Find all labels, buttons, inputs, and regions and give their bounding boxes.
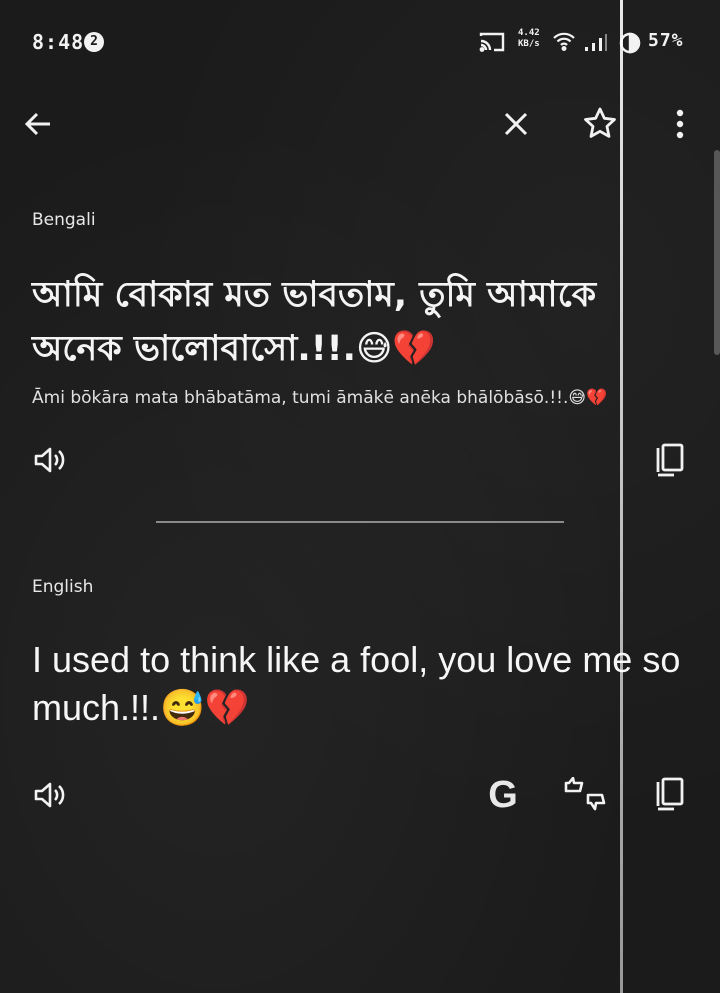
source-text: আমি বোকার মত ভাবতাম, তুমি আমাকে অনেক ভাল… <box>32 275 597 369</box>
speaker-icon <box>34 782 65 808</box>
source-language-label: Bengali <box>32 210 96 230</box>
notification-badge: 2 <box>84 32 104 52</box>
network-speed-unit: KB/s <box>518 39 540 49</box>
section-divider <box>156 521 564 523</box>
source-transliteration: Āmi bōkāra mata bhābatāma, tumi āmākē an… <box>32 388 608 408</box>
copy-icon <box>656 443 684 477</box>
back-button[interactable] <box>18 104 58 144</box>
battery-percent: 57% <box>648 30 684 51</box>
copy-source-button[interactable] <box>648 438 692 482</box>
close-icon <box>504 112 528 136</box>
arrow-back-icon <box>24 112 50 136</box>
wifi-icon <box>552 30 576 56</box>
copy-icon <box>656 777 684 811</box>
google-search-button[interactable]: G <box>480 772 526 818</box>
thumbs-up-down-icon <box>564 777 606 811</box>
copy-translation-button[interactable] <box>648 772 692 816</box>
status-time: 8:48 <box>32 30 85 54</box>
app-bar <box>0 90 720 154</box>
scrollbar[interactable] <box>714 150 720 355</box>
listen-translation-button[interactable] <box>28 775 72 815</box>
status-bar: 8:48 2 4.42 KB/s 57% <box>0 0 720 86</box>
translated-text: I used to think like a fool, you love me… <box>32 639 681 728</box>
listen-source-button[interactable] <box>28 440 72 480</box>
star-outline-icon <box>584 107 616 138</box>
save-star-button[interactable] <box>578 102 622 146</box>
battery-saver-icon <box>618 31 642 59</box>
target-language-label: English <box>32 577 94 597</box>
rate-translation-button[interactable] <box>560 772 610 818</box>
network-speed-value: 4.42 <box>518 28 540 38</box>
cast-icon <box>478 30 506 58</box>
more-vert-icon <box>676 109 684 139</box>
signal-icon <box>584 34 608 56</box>
network-speed: 4.42 KB/s <box>518 28 540 50</box>
speaker-icon <box>34 447 65 473</box>
more-options-button[interactable] <box>660 104 700 144</box>
google-g-icon: G <box>488 773 518 816</box>
close-button[interactable] <box>496 104 536 144</box>
